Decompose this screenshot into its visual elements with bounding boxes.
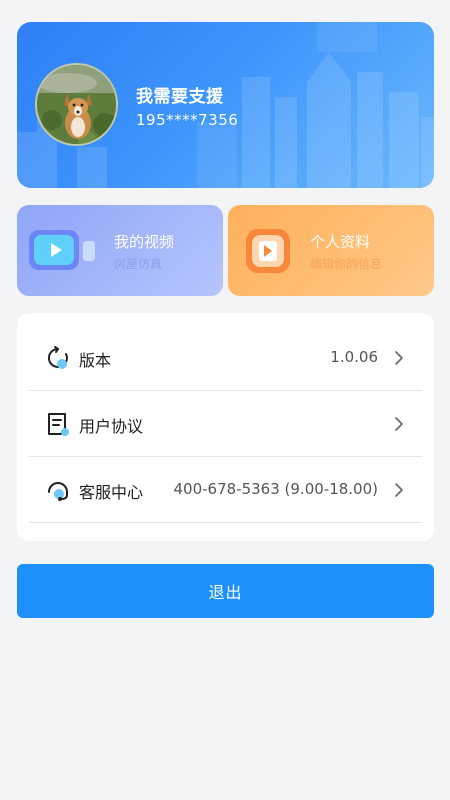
profile-card-icon	[246, 229, 290, 273]
support-label: 客服中心	[79, 483, 144, 502]
version-value: 1.0.06	[330, 348, 378, 366]
my-videos-title: 我的视频	[114, 233, 175, 251]
logout-button[interactable]: 退出	[17, 564, 434, 618]
profile-banner[interactable]: 我需要支援 195****7356	[17, 22, 434, 188]
version-label: 版本	[79, 351, 112, 370]
personal-info-title: 个人资料	[310, 233, 371, 251]
support-phone: 400-678-5363 (9.00-18.00)	[173, 480, 379, 498]
settings-row-support[interactable]: 客服中心 400-678-5363 (9.00-18.00)	[29, 457, 422, 523]
user-phone: 195****7356	[136, 111, 239, 129]
settings-row-agreement[interactable]: 用户协议	[29, 391, 422, 457]
refresh-icon	[47, 346, 68, 369]
document-icon	[48, 413, 69, 436]
avatar[interactable]	[35, 63, 118, 146]
my-videos-subtitle: 房屋仿真	[114, 257, 163, 271]
chevron-right-icon	[395, 417, 403, 431]
my-videos-card[interactable]: 我的视频 房屋仿真	[17, 205, 223, 296]
personal-info-card[interactable]: 个人资料 编辑你的信息	[228, 205, 434, 296]
agreement-label: 用户协议	[79, 417, 144, 436]
settings-row-version[interactable]: 版本 1.0.06	[29, 325, 422, 391]
headset-icon	[48, 482, 68, 501]
user-name: 我需要支援	[136, 87, 224, 107]
settings-list: 版本 1.0.06 用户协议 客服中心 400-678-5363 (9.00-1…	[17, 313, 434, 541]
chevron-right-icon	[395, 351, 403, 365]
video-play-icon	[29, 230, 95, 270]
chevron-right-icon	[395, 483, 403, 497]
personal-info-subtitle: 编辑你的信息	[310, 257, 383, 271]
dog-photo	[37, 65, 116, 144]
